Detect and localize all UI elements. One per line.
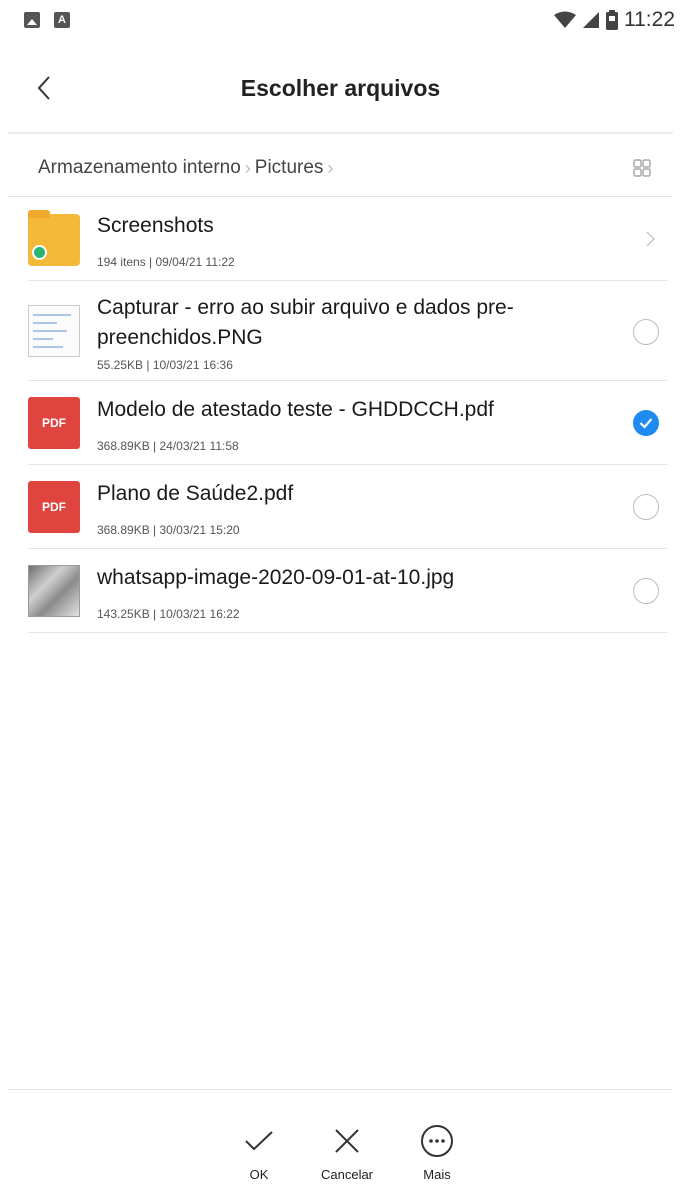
bottom-action-bar: OK Cancelar Mais [0, 1095, 681, 1185]
breadcrumb-pictures[interactable]: Pictures [255, 157, 324, 179]
status-time: 11:22 [624, 8, 675, 31]
image-thumbnail [28, 305, 80, 357]
folder-icon [28, 210, 80, 266]
sync-badge-icon [32, 245, 47, 260]
grid-icon [633, 159, 651, 177]
select-radio-checked[interactable] [633, 410, 659, 436]
chevron-right-icon [646, 231, 656, 247]
battery-icon [606, 10, 618, 30]
file-meta: 143.25KB | 10/03/21 16:22 [97, 607, 240, 621]
more-label: Mais [423, 1167, 451, 1182]
cell-signal-icon [583, 12, 599, 28]
pdf-icon: PDF [28, 481, 80, 533]
grid-view-button[interactable] [631, 157, 653, 179]
page-title: Escolher arquivos [240, 75, 441, 101]
cancel-button[interactable]: Cancelar [302, 1123, 392, 1182]
breadcrumb-internal-storage[interactable]: Armazenamento interno [38, 157, 241, 179]
header-divider [8, 132, 673, 134]
breadcrumb: Armazenamento interno › Pictures › [38, 153, 337, 183]
file-list: Screenshots 194 itens | 09/04/21 11:22 C… [0, 197, 681, 633]
pdf-icon: PDF [28, 397, 80, 449]
file-meta: 368.89KB | 30/03/21 15:20 [97, 523, 240, 537]
check-icon [639, 418, 653, 429]
select-radio[interactable] [633, 494, 659, 520]
bottom-divider [8, 1089, 673, 1090]
photo-thumbnail [28, 565, 80, 617]
image-notification-icon [24, 12, 40, 28]
more-button[interactable]: Mais [392, 1123, 482, 1182]
file-meta: 368.89KB | 24/03/21 11:58 [97, 439, 239, 453]
list-item-file[interactable]: Capturar - erro ao subir arquivo e dados… [28, 281, 667, 381]
file-name: whatsapp-image-2020-09-01-at-10.jpg [97, 566, 455, 589]
a-notification-icon: A [54, 12, 70, 28]
ok-label: OK [249, 1167, 269, 1182]
list-item-file[interactable]: whatsapp-image-2020-09-01-at-10.jpg 143.… [28, 549, 667, 633]
list-item-folder-screenshots[interactable]: Screenshots 194 itens | 09/04/21 11:22 [28, 197, 667, 281]
breadcrumb-separator-icon: › [327, 157, 334, 178]
file-meta: 194 itens | 09/04/21 11:22 [97, 255, 235, 269]
file-meta: 55.25KB | 10/03/21 16:36 [97, 358, 233, 372]
check-icon [245, 1131, 273, 1151]
list-item-file[interactable]: PDF Modelo de atestado teste - GHDDCCH.p… [28, 381, 667, 465]
more-icon [421, 1125, 453, 1157]
close-icon [335, 1129, 359, 1153]
wifi-icon [554, 11, 576, 28]
file-name: Plano de Saúde2.pdf [97, 482, 294, 505]
ok-button[interactable]: OK [214, 1123, 304, 1182]
breadcrumb-separator-icon: › [244, 157, 251, 178]
select-radio[interactable] [633, 578, 659, 604]
app-header: Escolher arquivos [0, 50, 681, 128]
select-radio[interactable] [633, 319, 659, 345]
file-name: Capturar - erro ao subir arquivo e dados… [97, 296, 514, 349]
status-bar: A 11:22 [0, 0, 681, 44]
cancel-label: Cancelar [320, 1167, 374, 1182]
file-name: Modelo de atestado teste - GHDDCCH.pdf [97, 398, 494, 421]
list-item-file[interactable]: PDF Plano de Saúde2.pdf 368.89KB | 30/03… [28, 465, 667, 549]
file-name: Screenshots [97, 214, 214, 237]
